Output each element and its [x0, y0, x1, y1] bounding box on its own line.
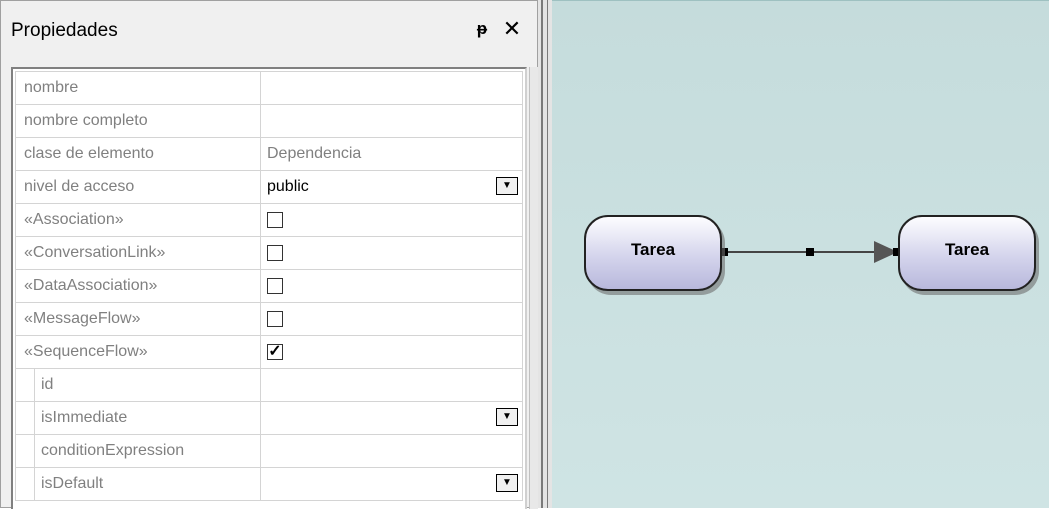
property-row[interactable]: «DataAssociation»	[15, 269, 523, 303]
task-node-target[interactable]: Tarea	[898, 215, 1036, 291]
dropdown-arrow-icon[interactable]: ▼	[496, 177, 518, 195]
checkbox[interactable]	[267, 277, 283, 294]
property-value[interactable]	[260, 104, 523, 138]
diagram-canvas[interactable]: Tarea Tarea	[552, 0, 1049, 508]
property-value-text: Dependencia	[267, 145, 362, 162]
properties-panel: Propiedades ᵽ ✕ nombre nombre completo cla…	[0, 0, 538, 509]
task-label: Tarea	[630, 240, 676, 259]
property-value-text: public	[267, 178, 309, 195]
property-row[interactable]: «SequenceFlow» ✓	[15, 335, 523, 369]
property-name: isDefault	[15, 467, 261, 501]
property-value[interactable]	[260, 434, 523, 468]
property-name: clase de elemento	[15, 137, 261, 171]
checkbox-checked[interactable]: ✓	[267, 343, 283, 360]
panel-title: Propiedades	[11, 20, 118, 41]
property-name: «SequenceFlow»	[15, 335, 261, 369]
property-name: «MessageFlow»	[15, 302, 261, 336]
panel-header: Propiedades ᵽ ✕	[1, 1, 537, 61]
splitter[interactable]	[538, 0, 552, 508]
property-name: isImmediate	[15, 401, 261, 435]
checkbox[interactable]	[267, 244, 283, 261]
property-label: id	[34, 369, 53, 401]
property-value[interactable]	[260, 71, 523, 105]
property-label: nivel de acceso	[24, 178, 135, 195]
dropdown-arrow-icon[interactable]: ▼	[496, 474, 518, 492]
property-label: clase de elemento	[24, 145, 154, 162]
property-value[interactable]: public ▼	[260, 170, 523, 204]
property-row[interactable]: conditionExpression	[15, 434, 523, 468]
edge-handle-mid[interactable]	[806, 248, 814, 256]
property-label: «Association»	[24, 211, 124, 228]
property-name: conditionExpression	[15, 434, 261, 468]
property-name: «DataAssociation»	[15, 269, 261, 303]
property-value[interactable]	[260, 368, 523, 402]
property-row[interactable]: id	[15, 368, 523, 402]
property-label: «MessageFlow»	[24, 310, 141, 327]
property-value[interactable]	[260, 269, 523, 303]
property-grid: nombre nombre completo clase de elemento De…	[11, 67, 527, 509]
property-row[interactable]: clase de elemento Dependencia	[15, 137, 523, 171]
property-table: nombre nombre completo clase de elemento De…	[15, 71, 523, 501]
task-node-source[interactable]: Tarea	[584, 215, 722, 291]
property-row[interactable]: «MessageFlow»	[15, 302, 523, 336]
property-label: isImmediate	[34, 402, 127, 434]
property-row[interactable]: nombre	[15, 71, 523, 105]
property-label: nombre	[24, 79, 79, 96]
property-name: nombre completo	[15, 104, 261, 138]
property-value[interactable]: ▼	[260, 401, 523, 435]
property-label: nombre completo	[24, 112, 148, 129]
close-icon[interactable]: ✕	[501, 17, 523, 41]
property-label: conditionExpression	[34, 435, 184, 467]
property-value[interactable]	[260, 203, 523, 237]
property-row[interactable]: nivel de acceso public ▼	[15, 170, 523, 204]
property-row[interactable]: nombre completo	[15, 104, 523, 138]
task-label: Tarea	[944, 240, 990, 259]
property-value[interactable]	[260, 236, 523, 270]
property-row[interactable]: «ConversationLink»	[15, 236, 523, 270]
property-name: «Association»	[15, 203, 261, 237]
property-label: isDefault	[34, 468, 103, 500]
checkbox[interactable]	[267, 211, 283, 228]
property-row[interactable]: isImmediate ▼	[15, 401, 523, 435]
property-name: nivel de acceso	[15, 170, 261, 204]
property-value[interactable]: Dependencia	[260, 137, 523, 171]
property-value[interactable]: ✓	[260, 335, 523, 369]
property-name: «ConversationLink»	[15, 236, 261, 270]
property-label: «ConversationLink»	[24, 244, 166, 261]
property-name: id	[15, 368, 261, 402]
property-name: nombre	[15, 71, 261, 105]
property-row[interactable]: isDefault ▼	[15, 467, 523, 501]
property-value[interactable]	[260, 302, 523, 336]
property-value[interactable]: ▼	[260, 467, 523, 501]
splitter-line	[547, 0, 548, 508]
property-row[interactable]: «Association»	[15, 203, 523, 237]
property-label: «DataAssociation»	[24, 277, 158, 294]
dropdown-arrow-icon[interactable]: ▼	[496, 408, 518, 426]
panel-edge	[529, 67, 538, 509]
splitter-line	[541, 0, 543, 508]
checkbox[interactable]	[267, 310, 283, 327]
property-label: «SequenceFlow»	[24, 343, 148, 360]
pin-icon[interactable]: ᵽ	[473, 19, 491, 39]
